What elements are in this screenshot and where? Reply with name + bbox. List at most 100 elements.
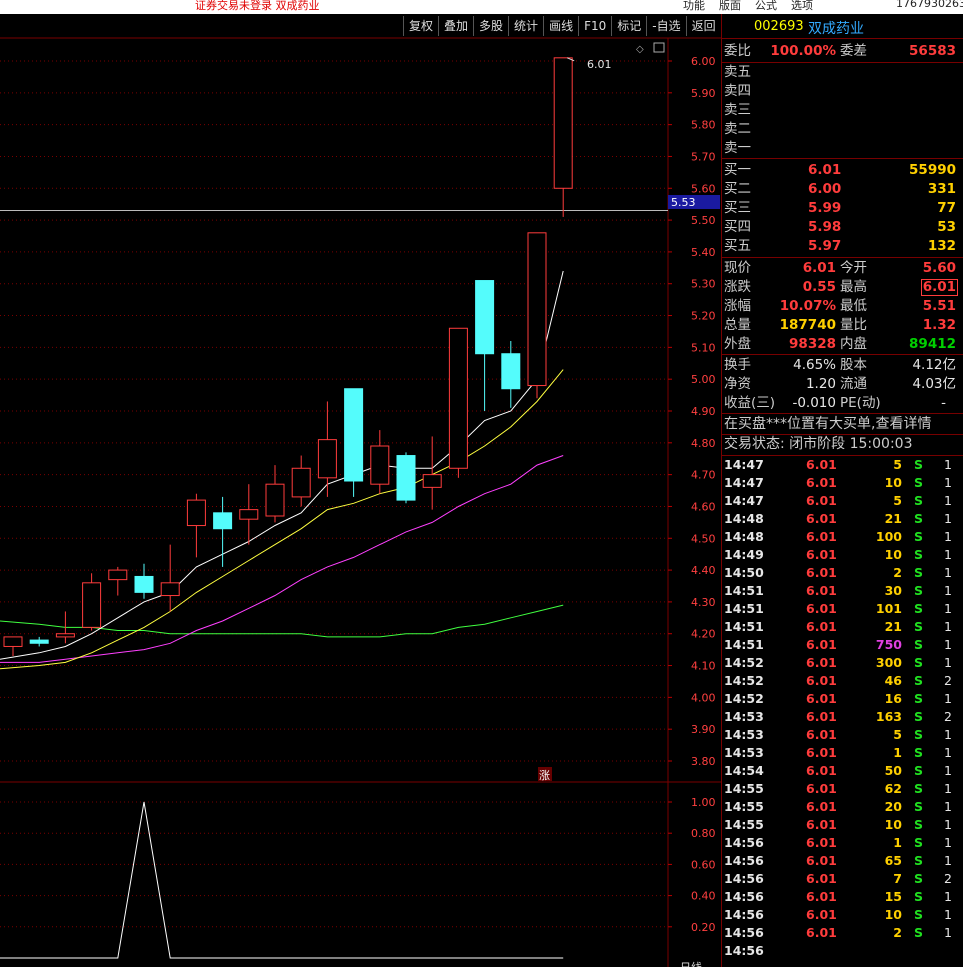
price-tick-label: 6.00 bbox=[691, 55, 716, 68]
tick-side: S bbox=[914, 565, 924, 580]
tick-price: 6.01 bbox=[806, 871, 837, 886]
tick-row[interactable]: 14:51 6.01 750 S 1 bbox=[722, 636, 963, 654]
candle-body bbox=[370, 445, 390, 485]
sell-level-row[interactable]: 卖二 bbox=[722, 120, 963, 139]
price-tick-label: 5.80 bbox=[691, 119, 716, 132]
tick-row[interactable]: 14:52 6.01 46 S 2 bbox=[722, 672, 963, 690]
tick-time: 14:56 bbox=[724, 889, 764, 904]
tick-row[interactable]: 14:55 6.01 20 S 1 bbox=[722, 798, 963, 816]
tick-time: 14:48 bbox=[724, 529, 764, 544]
price-tick-label: 4.40 bbox=[691, 564, 716, 577]
tick-volume: 10 bbox=[884, 475, 902, 490]
tick-time: 14:56 bbox=[724, 835, 764, 850]
wei-bi-row: 委比 100.00% 委差 56583 bbox=[724, 43, 956, 59]
tick-count: 1 bbox=[944, 781, 952, 796]
candle-body bbox=[82, 582, 102, 628]
quote-row-8: 收益(三) -0.010 PE(动) - bbox=[724, 395, 946, 411]
tick-row[interactable]: 14:56 6.01 2 S 1 bbox=[722, 924, 963, 942]
tick-row[interactable]: 14:53 6.01 163 S 2 bbox=[722, 708, 963, 726]
buy-level-row[interactable]: 买三 5.99 77 bbox=[722, 199, 963, 218]
tick-price: 6.01 bbox=[806, 799, 837, 814]
menu-options[interactable]: 选项 bbox=[791, 0, 813, 12]
tick-row[interactable]: 14:56 6.01 65 S 1 bbox=[722, 852, 963, 870]
tick-time: 14:49 bbox=[724, 547, 764, 562]
tick-row[interactable]: 14:50 6.01 2 S 1 bbox=[722, 564, 963, 582]
kline-chart[interactable]: 6.00 5.90 5.80 5.70 5.60 5.50 5.40 5.30 5.20 5.10… bbox=[0, 0, 721, 967]
big-order-notice[interactable]: 在买盘***位置有大买单,查看详情 bbox=[722, 415, 963, 434]
tick-price: 6.01 bbox=[806, 925, 837, 940]
indicator-axis: 1.00 0.80 0.60 0.40 0.20 bbox=[668, 796, 716, 934]
tick-volume: 2 bbox=[893, 565, 902, 580]
tick-row[interactable]: 14:56 6.01 15 S 1 bbox=[722, 888, 963, 906]
tick-volume: 300 bbox=[875, 655, 902, 670]
tick-row[interactable]: 14:48 6.01 21 S 1 bbox=[722, 510, 963, 528]
buy-level-volume: 132 bbox=[927, 238, 956, 254]
tick-price: 6.01 bbox=[806, 493, 837, 508]
tick-volume: 21 bbox=[884, 619, 902, 634]
tick-count: 2 bbox=[944, 871, 952, 886]
tick-price: 6.01 bbox=[806, 511, 837, 526]
tick-row[interactable]: 14:56 6.01 7 S 2 bbox=[722, 870, 963, 888]
candlesticks bbox=[3, 57, 573, 656]
tick-volume: 62 bbox=[884, 781, 902, 796]
buy-level-row[interactable]: 买五 5.97 132 bbox=[722, 237, 963, 256]
tick-price: 6.01 bbox=[806, 529, 837, 544]
diamond-icon[interactable]: ◇ bbox=[636, 44, 644, 55]
tick-price: 6.01 bbox=[806, 673, 837, 688]
tick-row[interactable]: 14:47 6.01 5 S 1 bbox=[722, 492, 963, 510]
tick-row[interactable]: 14:55 6.01 10 S 1 bbox=[722, 816, 963, 834]
tick-price: 6.01 bbox=[806, 889, 837, 904]
cursor-price-label: 5.53 bbox=[671, 196, 696, 209]
tick-row[interactable]: 14:56 6.01 1 S 1 bbox=[722, 834, 963, 852]
tick-row[interactable]: 14:56 bbox=[722, 942, 963, 960]
tick-volume: 21 bbox=[884, 511, 902, 526]
tick-count: 1 bbox=[944, 475, 952, 490]
tick-count: 1 bbox=[944, 907, 952, 922]
price-tick-label: 5.30 bbox=[691, 278, 716, 291]
tick-row[interactable]: 14:51 6.01 30 S 1 bbox=[722, 582, 963, 600]
price-tick-label: 5.60 bbox=[691, 182, 716, 195]
tick-volume: 5 bbox=[893, 457, 902, 472]
tick-row[interactable]: 14:48 6.01 100 S 1 bbox=[722, 528, 963, 546]
sell-level-row[interactable]: 卖五 bbox=[722, 63, 963, 82]
stock-name[interactable]: 双成药业 bbox=[808, 18, 864, 38]
tick-volume: 5 bbox=[893, 493, 902, 508]
candle-body bbox=[108, 569, 128, 581]
tick-row[interactable]: 14:53 6.01 5 S 1 bbox=[722, 726, 963, 744]
tick-row[interactable]: 14:51 6.01 101 S 1 bbox=[722, 600, 963, 618]
tick-row[interactable]: 14:56 6.01 10 S 1 bbox=[722, 906, 963, 924]
window-toggle-icon[interactable] bbox=[653, 42, 665, 53]
tick-row[interactable]: 14:51 6.01 21 S 1 bbox=[722, 618, 963, 636]
buy-level-row[interactable]: 买一 6.01 55990 bbox=[722, 161, 963, 180]
candle-body bbox=[396, 455, 416, 501]
sell-level-row[interactable]: 卖三 bbox=[722, 101, 963, 120]
menu-layout[interactable]: 版面 bbox=[719, 0, 741, 12]
tick-volume: 15 bbox=[884, 889, 902, 904]
tick-count: 2 bbox=[944, 673, 952, 688]
tick-side: S bbox=[914, 817, 924, 832]
tick-volume: 46 bbox=[884, 673, 902, 688]
tick-time: 14:55 bbox=[724, 817, 764, 832]
price-tick-label: 4.70 bbox=[691, 469, 716, 482]
tick-row[interactable]: 14:54 6.01 50 S 1 bbox=[722, 762, 963, 780]
price-tick-label: 5.00 bbox=[691, 373, 716, 386]
tick-side: S bbox=[914, 691, 924, 706]
tick-volume: 10 bbox=[884, 907, 902, 922]
sell-level-row[interactable]: 卖一 bbox=[722, 139, 963, 158]
tick-row[interactable]: 14:52 6.01 300 S 1 bbox=[722, 654, 963, 672]
tick-row[interactable]: 14:55 6.01 62 S 1 bbox=[722, 780, 963, 798]
menu-formula[interactable]: 公式 bbox=[755, 0, 777, 12]
tick-row[interactable]: 14:47 6.01 5 S 1 bbox=[722, 456, 963, 474]
buy-level-row[interactable]: 买二 6.00 331 bbox=[722, 180, 963, 199]
tick-row[interactable]: 14:49 6.01 10 S 1 bbox=[722, 546, 963, 564]
tick-row[interactable]: 14:47 6.01 10 S 1 bbox=[722, 474, 963, 492]
buy-level-row[interactable]: 买四 5.98 53 bbox=[722, 218, 963, 237]
limit-up-marker: 涨 bbox=[539, 769, 550, 782]
tick-row[interactable]: 14:53 6.01 1 S 1 bbox=[722, 744, 963, 762]
buy-level-label: 买五 bbox=[724, 238, 751, 254]
tick-row[interactable]: 14:52 6.01 16 S 1 bbox=[722, 690, 963, 708]
tick-price: 6.01 bbox=[806, 817, 837, 832]
candle-body bbox=[501, 353, 521, 390]
sell-level-row[interactable]: 卖四 bbox=[722, 82, 963, 101]
price-tick-label: 4.30 bbox=[691, 596, 716, 609]
